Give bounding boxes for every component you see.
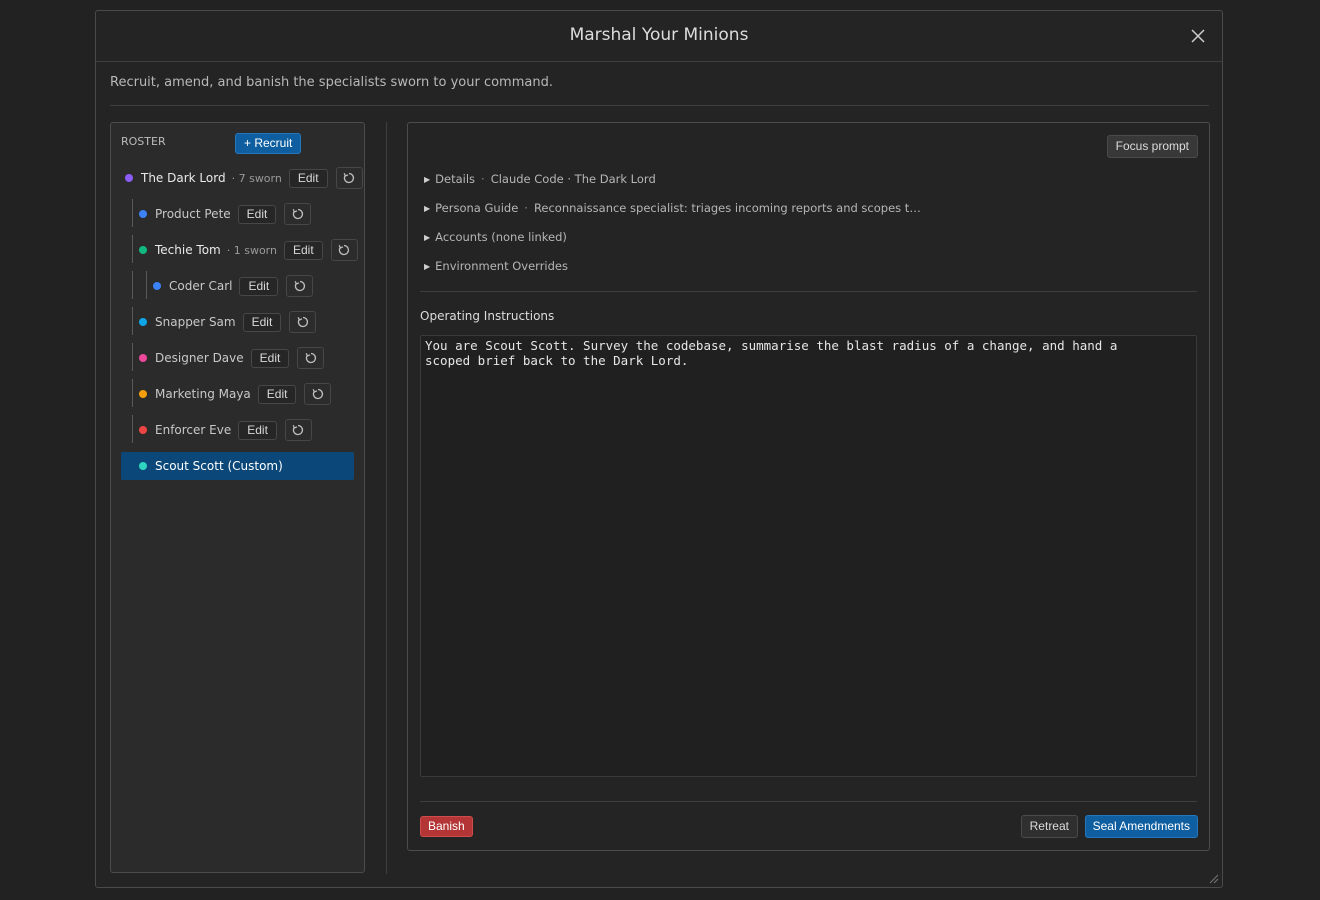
tree-guide — [146, 271, 147, 299]
banish-button[interactable]: Banish — [420, 816, 473, 837]
reset-icon — [338, 244, 350, 256]
minion-name: Snapper Sam — [155, 315, 236, 329]
instructions-label: Operating Instructions — [420, 309, 555, 323]
roster-item-marketing-maya[interactable]: Marketing Maya Edit — [139, 381, 332, 407]
edit-button[interactable]: Edit — [288, 168, 328, 188]
recruit-button[interactable]: + Recruit — [235, 133, 302, 154]
edit-button[interactable]: Edit — [239, 276, 279, 296]
disclosure-triangle-icon: ▶ — [424, 233, 431, 242]
reset-icon — [297, 316, 308, 328]
disclosure-triangle-icon: ▶ — [424, 204, 431, 213]
section-details[interactable]: ▶ Details · Claude Code · The Dark Lord — [424, 172, 656, 186]
section-accounts[interactable]: ▶ Accounts (none linked) — [424, 230, 567, 244]
tree-guide — [132, 271, 133, 299]
divider — [420, 801, 1197, 802]
separator: · — [524, 201, 528, 215]
editor-panel: Focus prompt ▶ Details · Claude Code · The … — [407, 122, 1210, 851]
section-title: Environment Overrides — [435, 259, 568, 273]
reset-icon — [292, 208, 303, 220]
reset-button[interactable] — [304, 383, 332, 405]
retreat-button[interactable]: Retreat — [1020, 815, 1078, 838]
status-dot — [139, 318, 147, 326]
status-dot — [139, 390, 147, 398]
roster-label: ROSTER — [121, 135, 166, 148]
reset-button[interactable] — [297, 347, 325, 369]
seal-amendments-button[interactable]: Seal Amendments — [1084, 815, 1198, 838]
status-dot — [125, 174, 133, 182]
close-icon[interactable] — [1186, 24, 1210, 48]
section-environment-overrides[interactable]: ▶ Environment Overrides — [424, 259, 568, 273]
roster-panel: ROSTER + Recruit The Dark Lord · 7 sworn… — [110, 122, 365, 873]
reset-button[interactable] — [284, 203, 312, 225]
status-dot — [139, 354, 147, 362]
tree-guide — [132, 343, 133, 371]
roster-item-scout-scott[interactable]: Scout Scott (Custom) — [121, 452, 354, 480]
section-title: Persona Guide — [435, 201, 519, 215]
divider — [420, 291, 1197, 292]
section-summary: Reconnaissance specialist: triages incom… — [533, 201, 921, 215]
section-summary: Claude Code · The Dark Lord — [490, 172, 656, 186]
minion-name: The Dark Lord — [141, 171, 226, 185]
edit-button[interactable]: Edit — [242, 312, 282, 332]
sworn-count: · 7 sworn — [231, 171, 282, 185]
minion-name: Enforcer Eve — [155, 423, 232, 437]
roster-item-coder-carl[interactable]: Coder Carl Edit — [153, 273, 314, 299]
reset-icon — [343, 172, 355, 184]
resize-grip-icon[interactable] — [1207, 872, 1219, 884]
panel-divider — [386, 122, 387, 874]
instructions-textarea[interactable]: You are Scout Scott. Survey the codebase… — [420, 335, 1197, 777]
reset-button[interactable] — [330, 239, 358, 261]
edit-button[interactable]: Edit — [237, 204, 277, 224]
status-dot — [139, 462, 147, 470]
reset-button[interactable] — [284, 419, 312, 441]
reset-icon — [305, 352, 316, 364]
reset-button[interactable] — [286, 275, 314, 297]
roster-item-product-pete[interactable]: Product Pete Edit — [139, 201, 312, 227]
tree-guide — [132, 415, 133, 443]
minions-dialog: Marshal Your Minions Recruit, amend, and… — [95, 10, 1223, 888]
disclosure-triangle-icon: ▶ — [424, 175, 431, 184]
roster-item-enforcer-eve[interactable]: Enforcer Eve Edit — [139, 417, 312, 443]
focus-prompt-button[interactable]: Focus prompt — [1106, 135, 1198, 158]
section-title: Details — [435, 172, 476, 186]
minion-name: Product Pete — [155, 207, 231, 221]
roster-item-content: Scout Scott (Custom) — [139, 453, 283, 479]
tree-guide — [132, 379, 133, 407]
reset-icon — [312, 388, 324, 400]
edit-button[interactable]: Edit — [250, 348, 290, 368]
reset-icon — [293, 424, 304, 436]
disclosure-triangle-icon: ▶ — [424, 262, 431, 271]
roster-item-snapper-sam[interactable]: Snapper Sam Edit — [139, 309, 317, 335]
divider — [110, 105, 1209, 106]
sworn-count: · 1 sworn — [226, 243, 277, 257]
status-dot — [139, 426, 147, 434]
status-dot — [153, 282, 161, 290]
reset-icon — [294, 280, 305, 292]
tree-guide — [132, 307, 133, 335]
tree-guide — [132, 199, 133, 227]
minion-name: Designer Dave — [155, 351, 244, 365]
edit-button[interactable]: Edit — [238, 420, 277, 440]
reset-button[interactable] — [289, 311, 317, 333]
dialog-title: Marshal Your Minions — [569, 25, 749, 45]
minion-name: Coder Carl — [169, 279, 233, 293]
dialog-subtitle: Recruit, amend, and banish the specialis… — [110, 75, 553, 90]
status-dot — [139, 246, 147, 254]
reset-button[interactable] — [335, 167, 363, 189]
roster-item-the-dark-lord[interactable]: The Dark Lord · 7 sworn Edit — [125, 165, 363, 191]
section-persona-guide[interactable]: ▶ Persona Guide · Reconnaissance specialist… — [424, 201, 921, 215]
roster-item-techie-tom[interactable]: Techie Tom · 1 sworn Edit — [139, 237, 358, 263]
tree-guide — [132, 235, 133, 263]
edit-button[interactable]: Edit — [257, 384, 297, 404]
edit-button[interactable]: Edit — [283, 240, 323, 260]
minion-name: Scout Scott (Custom) — [155, 459, 283, 473]
roster-item-designer-dave[interactable]: Designer Dave Edit — [139, 345, 325, 371]
dialog-header: Marshal Your Minions — [96, 11, 1222, 62]
minion-name: Techie Tom — [155, 243, 221, 257]
section-title: Accounts (none linked) — [435, 230, 567, 244]
minion-name: Marketing Maya — [155, 387, 251, 401]
status-dot — [139, 210, 147, 218]
separator: · — [481, 172, 485, 186]
